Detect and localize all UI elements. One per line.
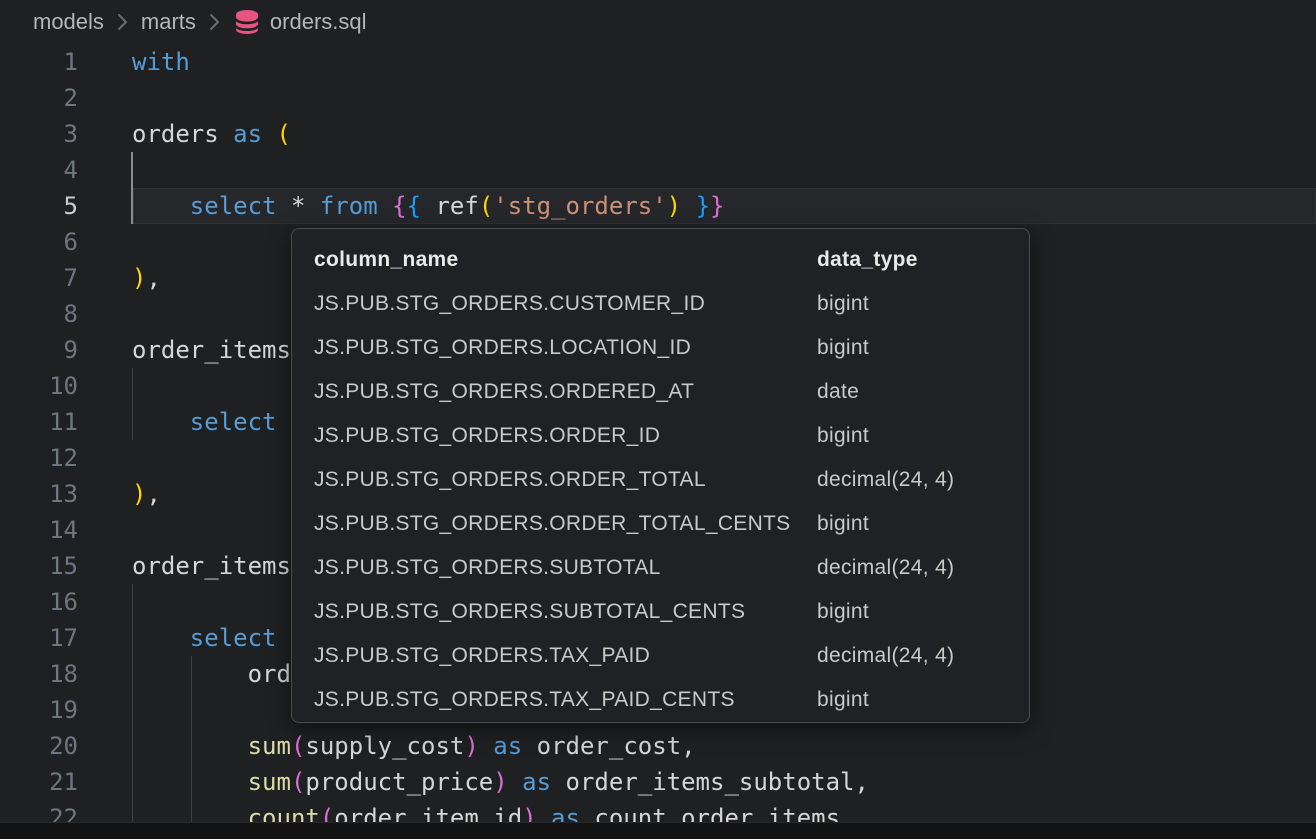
code-text: select * from {{ ref('stg_orders') }} <box>132 188 724 224</box>
code-text: select <box>132 404 277 440</box>
popup-column-row: JS.PUB.STG_ORDERS.ORDER_TOTAL_CENTSbigin… <box>292 502 1029 546</box>
breadcrumb-item-models[interactable]: models <box>33 9 104 35</box>
line-number[interactable]: 18 <box>0 656 80 692</box>
popup-data-type: bigint <box>817 292 1029 316</box>
popup-column-row: JS.PUB.STG_ORDERS.SUBTOTALdecimal(24, 4) <box>292 546 1029 590</box>
breadcrumb-file-label: orders.sql <box>270 9 367 35</box>
popup-data-type: decimal(24, 4) <box>817 644 1029 668</box>
code-text: count(order_item_id) as count_order_item… <box>132 800 840 822</box>
bottom-panel-edge <box>0 822 1316 839</box>
popup-header-row: column_name data_type <box>292 238 1029 282</box>
line-number[interactable]: 13 <box>0 476 80 512</box>
line-number[interactable]: 9 <box>0 332 80 368</box>
popup-column-row: JS.PUB.STG_ORDERS.LOCATION_IDbigint <box>292 326 1029 370</box>
popup-column-name: JS.PUB.STG_ORDERS.ORDER_ID <box>292 424 817 448</box>
code-text: sum(product_price) as order_items_subtot… <box>132 764 869 800</box>
popup-column-row: JS.PUB.STG_ORDERS.ORDERED_ATdate <box>292 370 1029 414</box>
popup-header-data-type: data_type <box>817 248 1029 272</box>
line-number[interactable]: 1 <box>0 44 80 80</box>
popup-column-name: JS.PUB.STG_ORDERS.TAX_PAID_CENTS <box>292 688 817 712</box>
line-number[interactable]: 6 <box>0 224 80 260</box>
line-number[interactable]: 2 <box>0 80 80 116</box>
code-text: ), <box>132 260 161 296</box>
popup-column-row: JS.PUB.STG_ORDERS.SUBTOTAL_CENTSbigint <box>292 590 1029 634</box>
line-number[interactable]: 11 <box>0 404 80 440</box>
popup-column-name: JS.PUB.STG_ORDERS.ORDER_TOTAL <box>292 468 817 492</box>
line-number[interactable]: 8 <box>0 296 80 332</box>
breadcrumb-item-file[interactable]: orders.sql <box>233 9 367 35</box>
line-number[interactable]: 21 <box>0 764 80 800</box>
line-number[interactable]: 22 <box>0 800 80 822</box>
popup-column-row: JS.PUB.STG_ORDERS.ORDER_TOTALdecimal(24,… <box>292 458 1029 502</box>
line-number[interactable]: 4 <box>0 152 80 188</box>
line-number[interactable]: 7 <box>0 260 80 296</box>
code-line[interactable]: 20 sum(supply_cost) as order_cost, <box>0 728 1316 764</box>
chevron-right-icon <box>208 11 221 33</box>
line-number[interactable]: 3 <box>0 116 80 152</box>
popup-data-type: decimal(24, 4) <box>817 468 1029 492</box>
code-line[interactable]: 4 <box>0 152 1316 188</box>
popup-data-type: date <box>817 380 1029 404</box>
popup-column-name: JS.PUB.STG_ORDERS.TAX_PAID <box>292 644 817 668</box>
code-line[interactable]: 3 orders as ( <box>0 116 1316 152</box>
line-number[interactable]: 5 <box>0 188 80 224</box>
code-line[interactable]: 2 <box>0 80 1316 116</box>
code-line[interactable]: 21 sum(product_price) as order_items_sub… <box>0 764 1316 800</box>
code-text: orders as ( <box>132 116 291 152</box>
code-text: ord <box>132 656 291 692</box>
popup-column-row: JS.PUB.STG_ORDERS.ORDER_IDbigint <box>292 414 1029 458</box>
line-number[interactable]: 15 <box>0 548 80 584</box>
code-text: order_items <box>132 548 291 584</box>
code-text: with <box>132 44 190 80</box>
line-number[interactable]: 12 <box>0 440 80 476</box>
breadcrumb-item-marts[interactable]: marts <box>141 9 196 35</box>
line-number[interactable]: 20 <box>0 728 80 764</box>
popup-column-row: JS.PUB.STG_ORDERS.CUSTOMER_IDbigint <box>292 282 1029 326</box>
code-text: order_items <box>132 332 291 368</box>
code-text: select <box>132 620 277 656</box>
line-number[interactable]: 19 <box>0 692 80 728</box>
popup-column-name: JS.PUB.STG_ORDERS.CUSTOMER_ID <box>292 292 817 316</box>
popup-data-type: bigint <box>817 688 1029 712</box>
popup-column-row: JS.PUB.STG_ORDERS.TAX_PAIDdecimal(24, 4) <box>292 634 1029 678</box>
popup-data-type: bigint <box>817 512 1029 536</box>
popup-column-name: JS.PUB.STG_ORDERS.LOCATION_ID <box>292 336 817 360</box>
code-text: sum(supply_cost) as order_cost, <box>132 728 696 764</box>
popup-column-row: JS.PUB.STG_ORDERS.TAX_PAID_CENTSbigint <box>292 678 1029 722</box>
popup-column-name: JS.PUB.STG_ORDERS.ORDERED_AT <box>292 380 817 404</box>
popup-header-column-name: column_name <box>292 248 817 272</box>
popup-data-type: bigint <box>817 424 1029 448</box>
line-number[interactable]: 14 <box>0 512 80 548</box>
popup-data-type: bigint <box>817 336 1029 360</box>
code-line[interactable]: 22 count(order_item_id) as count_order_i… <box>0 800 1316 822</box>
code-line[interactable]: 5 select * from {{ ref('stg_orders') }} <box>0 188 1316 224</box>
popup-column-name: JS.PUB.STG_ORDERS.ORDER_TOTAL_CENTS <box>292 512 817 536</box>
line-number[interactable]: 17 <box>0 620 80 656</box>
chevron-right-icon <box>116 11 129 33</box>
code-text: ), <box>132 476 161 512</box>
column-info-popup: column_name data_type JS.PUB.STG_ORDERS.… <box>291 228 1030 723</box>
popup-data-type: decimal(24, 4) <box>817 556 1029 580</box>
database-icon <box>233 9 261 35</box>
line-number[interactable]: 10 <box>0 368 80 404</box>
code-line[interactable]: 1 with <box>0 44 1316 80</box>
popup-data-type: bigint <box>817 600 1029 624</box>
breadcrumb: models marts orders.sql <box>0 0 1316 44</box>
popup-column-name: JS.PUB.STG_ORDERS.SUBTOTAL_CENTS <box>292 600 817 624</box>
line-number[interactable]: 16 <box>0 584 80 620</box>
popup-column-name: JS.PUB.STG_ORDERS.SUBTOTAL <box>292 556 817 580</box>
